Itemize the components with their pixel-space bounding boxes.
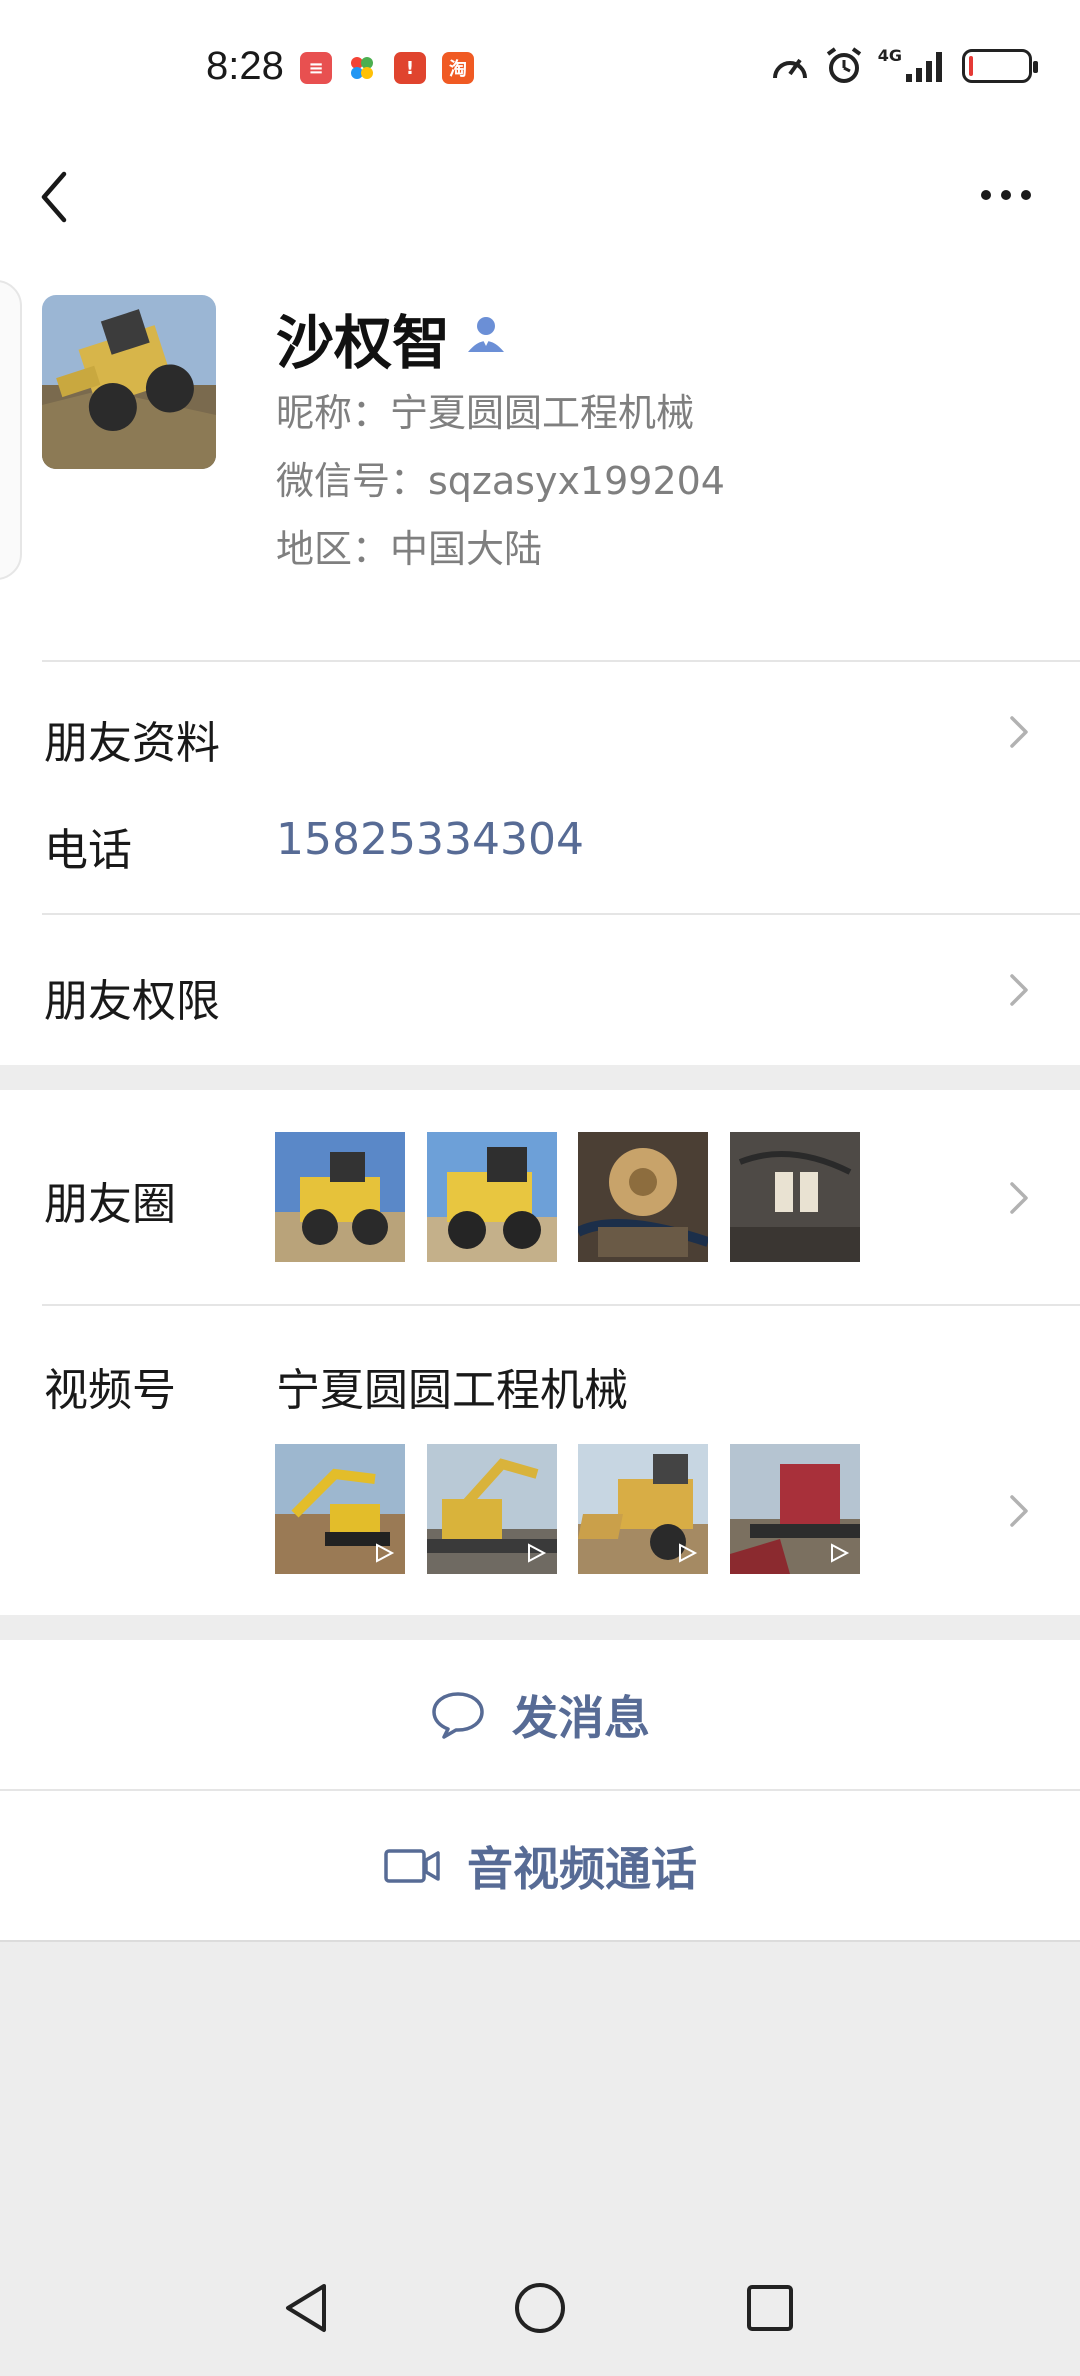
network-label: 4G xyxy=(877,46,902,65)
chevron-right-icon xyxy=(1010,974,1028,1006)
play-icon xyxy=(376,1543,395,1563)
channels-video-thumbnail xyxy=(275,1444,405,1574)
wechat-id: 微信号：sqzasyx199204 xyxy=(276,459,725,503)
nav-bar xyxy=(0,140,1080,250)
status-time: 8:28 xyxy=(206,44,284,88)
notice-app-icon: ! xyxy=(394,52,426,84)
chevron-right-icon xyxy=(1010,716,1028,748)
friend-permissions-row[interactable]: 朋友权限 xyxy=(0,915,1080,1065)
nickname: 昵称：宁夏圆圆工程机械 xyxy=(276,391,695,435)
more-icon[interactable] xyxy=(976,180,1036,210)
speedometer-icon xyxy=(772,58,807,79)
avatar[interactable] xyxy=(42,295,216,469)
chat-bubble-icon xyxy=(432,1692,484,1739)
video-camera-icon xyxy=(384,1849,440,1883)
play-icon xyxy=(831,1543,850,1563)
chevron-right-icon xyxy=(1010,1495,1028,1527)
channels-video-thumbnail xyxy=(427,1444,557,1574)
phone-label: 电话 xyxy=(44,825,132,876)
side-handle[interactable] xyxy=(0,280,22,580)
status-bar: 8:28 ≡ ! 淘 4G xyxy=(0,0,1080,140)
user-badge-icon xyxy=(468,317,504,352)
system-navigation-bar xyxy=(0,2230,1080,2376)
divider xyxy=(0,1940,1080,1942)
photos-app-icon xyxy=(346,52,378,84)
system-recents-icon[interactable] xyxy=(740,2278,800,2338)
moments-thumbnail xyxy=(275,1132,405,1262)
channels-video-thumbnail xyxy=(578,1444,708,1574)
contact-name: 沙权智 xyxy=(276,309,451,377)
phone-number[interactable]: 15825334304 xyxy=(276,814,584,865)
moments-row[interactable]: 朋友圈 xyxy=(0,1090,1080,1305)
system-home-icon[interactable] xyxy=(510,2278,570,2338)
video-call-button[interactable]: 音视频通话 xyxy=(0,1791,1080,1941)
info-section: 朋友资料 电话 15825334304 朋友权限 xyxy=(0,660,1080,1065)
taobao-app-icon: 淘 xyxy=(442,52,474,84)
back-icon[interactable] xyxy=(34,162,74,232)
alarm-icon xyxy=(826,47,861,83)
channels-name: 宁夏圆圆工程机械 xyxy=(276,1365,628,1416)
phone-row: 电话 15825334304 xyxy=(0,772,1080,876)
friend-permissions-label: 朋友权限 xyxy=(44,976,220,1027)
media-section: 朋友圈 视频号 宁夏圆圆工程机械 xyxy=(0,1090,1080,1615)
system-back-icon[interactable] xyxy=(278,2278,338,2338)
play-icon xyxy=(528,1543,547,1563)
battery-level xyxy=(969,56,973,76)
signal-icon xyxy=(906,52,942,82)
channels-label: 视频号 xyxy=(44,1365,176,1416)
moments-thumbnail xyxy=(427,1132,557,1262)
moments-label: 朋友圈 xyxy=(44,1179,176,1230)
huawei-app-icon: ≡ xyxy=(300,52,332,84)
chevron-right-icon xyxy=(1010,1182,1028,1214)
play-icon xyxy=(679,1543,698,1563)
send-message-label: 发消息 xyxy=(512,1691,650,1745)
moments-thumbnail xyxy=(578,1132,708,1262)
region: 地区：中国大陆 xyxy=(276,527,543,571)
moments-thumbnail xyxy=(730,1132,860,1262)
profile-header: 沙权智 昵称：宁夏圆圆工程机械 微信号：sqzasyx199204 地区：中国大… xyxy=(0,250,1080,660)
status-indicators: 4G xyxy=(770,46,1038,86)
friend-info-row[interactable]: 朋友资料 xyxy=(0,662,1080,772)
friend-info-label: 朋友资料 xyxy=(44,718,220,769)
video-call-label: 音视频通话 xyxy=(467,1842,697,1896)
battery-icon xyxy=(962,49,1038,83)
channels-video-thumbnail xyxy=(730,1444,860,1574)
channels-row[interactable]: 视频号 宁夏圆圆工程机械 xyxy=(0,1306,1080,1615)
send-message-button[interactable]: 发消息 xyxy=(0,1640,1080,1790)
